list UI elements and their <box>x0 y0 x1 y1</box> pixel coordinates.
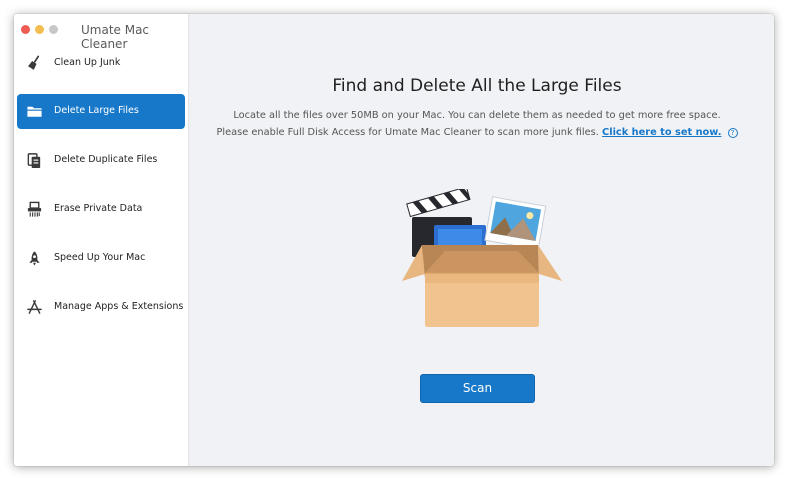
sidebar-item-manage-apps-extensions[interactable]: Manage Apps & Extensions <box>17 290 185 325</box>
app-store-icon <box>27 300 42 314</box>
sidebar-item-label: Delete Large Files <box>54 105 139 116</box>
zoom-window-button[interactable] <box>49 25 58 34</box>
description-line-1: Locate all the files over 50MB on your M… <box>233 110 721 121</box>
sidebar-item-label: Delete Duplicate Files <box>54 154 158 165</box>
open-box-icon <box>402 245 562 327</box>
full-disk-access-text: Please enable Full Disk Access for Umate… <box>216 127 599 138</box>
description-line-2: Please enable Full Disk Access for Umate… <box>190 127 764 138</box>
duplicate-files-icon <box>27 153 41 169</box>
sidebar-item-label: Manage Apps & Extensions <box>54 301 184 312</box>
folder-icon <box>27 106 42 117</box>
shredder-icon <box>27 201 42 217</box>
photo-icon <box>484 196 547 251</box>
main-panel: Find and Delete All the Large Files Loca… <box>190 14 774 466</box>
sidebar-item-delete-duplicate-files[interactable]: Delete Duplicate Files <box>17 143 185 178</box>
rocket-icon <box>29 251 40 266</box>
broom-icon <box>28 55 40 70</box>
sidebar-item-label: Clean Up Junk <box>54 57 121 68</box>
close-window-button[interactable] <box>21 25 30 34</box>
title-bar: Umate Mac Cleaner <box>14 14 189 51</box>
sidebar-item-delete-large-files[interactable]: Delete Large Files <box>17 94 185 129</box>
large-files-box-illustration <box>402 189 562 327</box>
sidebar-item-speed-up-your-mac[interactable]: Speed Up Your Mac <box>17 241 185 276</box>
app-window: Umate Mac Cleaner Clean Up Junk Delete L… <box>14 14 774 466</box>
page-title: Find and Delete All the Large Files <box>332 76 622 96</box>
sidebar-item-label: Speed Up Your Mac <box>54 252 146 263</box>
scan-button[interactable]: Scan <box>420 374 535 403</box>
sidebar-item-clean-up-junk[interactable]: Clean Up Junk <box>17 46 185 81</box>
minimize-window-button[interactable] <box>35 25 44 34</box>
help-icon[interactable]: ? <box>727 128 738 138</box>
set-full-disk-access-link[interactable]: Click here to set now. <box>602 127 721 138</box>
sidebar-item-label: Erase Private Data <box>54 203 143 214</box>
sidebar: Umate Mac Cleaner Clean Up Junk Delete L… <box>14 14 189 466</box>
sidebar-item-erase-private-data[interactable]: Erase Private Data <box>17 192 185 227</box>
